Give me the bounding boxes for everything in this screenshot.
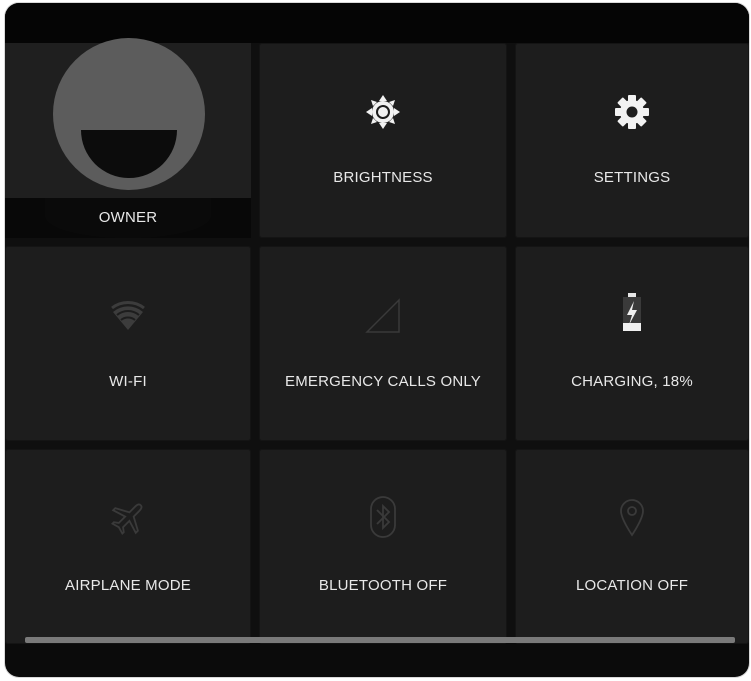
status-bar	[5, 3, 749, 43]
tile-settings[interactable]: SETTINGS	[515, 43, 749, 238]
bluetooth-icon	[369, 495, 397, 544]
tile-airplane[interactable]: AIRPLANE MODE	[5, 449, 251, 644]
signal-label: EMERGENCY CALLS ONLY	[284, 373, 481, 390]
bottom-handle[interactable]	[25, 637, 735, 643]
bluetooth-label: BLUETOOTH OFF	[318, 577, 448, 594]
brightness-label: BRIGHTNESS	[333, 169, 433, 186]
avatar	[53, 38, 205, 190]
wifi-label: WI-FI	[109, 373, 147, 390]
brightness-icon	[364, 93, 402, 136]
tile-bluetooth[interactable]: BLUETOOTH OFF	[259, 449, 507, 644]
battery-charging-icon	[621, 292, 643, 337]
airplane-icon	[107, 497, 149, 544]
tile-brightness[interactable]: BRIGHTNESS	[259, 43, 507, 238]
quick-settings-panel: OWNER BRIGHTNESS SETTINGS WI-FI EMERGENC…	[5, 38, 749, 644]
tile-wifi[interactable]: WI-FI	[5, 246, 251, 441]
quick-settings-window: OWNER BRIGHTNESS SETTINGS WI-FI EMERGENC…	[5, 3, 749, 677]
location-pin-icon	[618, 497, 646, 542]
tile-location[interactable]: LOCATION OFF	[515, 449, 749, 644]
owner-label: OWNER	[98, 209, 158, 226]
signal-icon	[365, 298, 401, 339]
wifi-icon	[108, 296, 148, 337]
tile-battery[interactable]: CHARGING, 18%	[515, 246, 749, 441]
tile-owner[interactable]: OWNER	[5, 38, 251, 238]
tile-signal[interactable]: EMERGENCY CALLS ONLY	[259, 246, 507, 441]
battery-label: CHARGING, 18%	[571, 373, 693, 390]
location-label: LOCATION OFF	[575, 577, 689, 594]
airplane-label: AIRPLANE MODE	[65, 577, 191, 594]
settings-label: SETTINGS	[593, 169, 671, 186]
gear-icon	[613, 93, 651, 136]
